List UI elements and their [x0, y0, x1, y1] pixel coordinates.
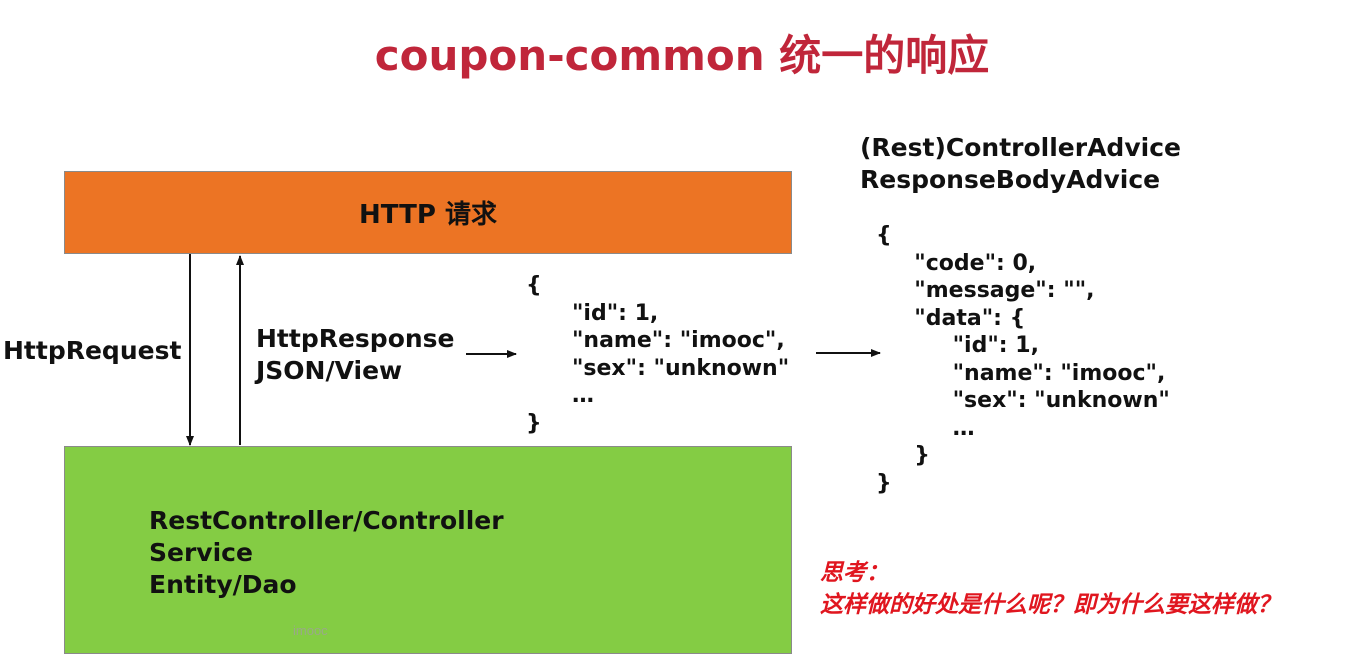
- wrapped-json-line: "message": "",: [876, 278, 1095, 303]
- note-question: 这样做的好处是什么呢？即为什么要这样做？: [820, 592, 1280, 618]
- wrapped-json-line: "sex": "unknown": [876, 388, 1170, 413]
- note-heading: 思考：: [820, 560, 889, 586]
- wrapped-json-line: "id": 1,: [876, 333, 1039, 358]
- http-request-text: HttpRequest: [3, 336, 182, 365]
- wrapped-json-line: "name": "imooc",: [876, 360, 1166, 386]
- wrapped-json-line: "code": 0,: [876, 250, 1037, 276]
- controller-advice-label: (Rest)ControllerAdvice: [860, 133, 1181, 162]
- wrapped-json-line: …: [876, 415, 975, 441]
- http-response-text: HttpResponse: [256, 324, 455, 353]
- wrapped-json-line: }: [876, 470, 892, 496]
- wrapped-json-line: }: [876, 443, 930, 468]
- raw-json-line: "sex": "unknown": [526, 355, 790, 381]
- raw-json-line: {: [526, 273, 542, 298]
- raw-json-line: }: [526, 410, 542, 436]
- json-view-text: JSON/View: [256, 356, 403, 385]
- advice-labels: (Rest)ControllerAdvice ResponseBodyAdvic…: [860, 132, 1181, 196]
- raw-json-line: …: [526, 383, 594, 408]
- wrapped-json-block: { "code": 0, "message": "", "data": { "i…: [876, 222, 1170, 497]
- response-body-advice-label: ResponseBodyAdvice: [860, 165, 1161, 194]
- raw-json-block: { "id": 1, "name": "imooc", "sex": "unkn…: [526, 272, 789, 437]
- wrapped-json-line: {: [876, 223, 892, 248]
- wrapped-json-line: "data": {: [876, 305, 1026, 331]
- raw-json-line: "name": "imooc",: [526, 328, 785, 353]
- raw-json-line: "id": 1,: [526, 300, 659, 326]
